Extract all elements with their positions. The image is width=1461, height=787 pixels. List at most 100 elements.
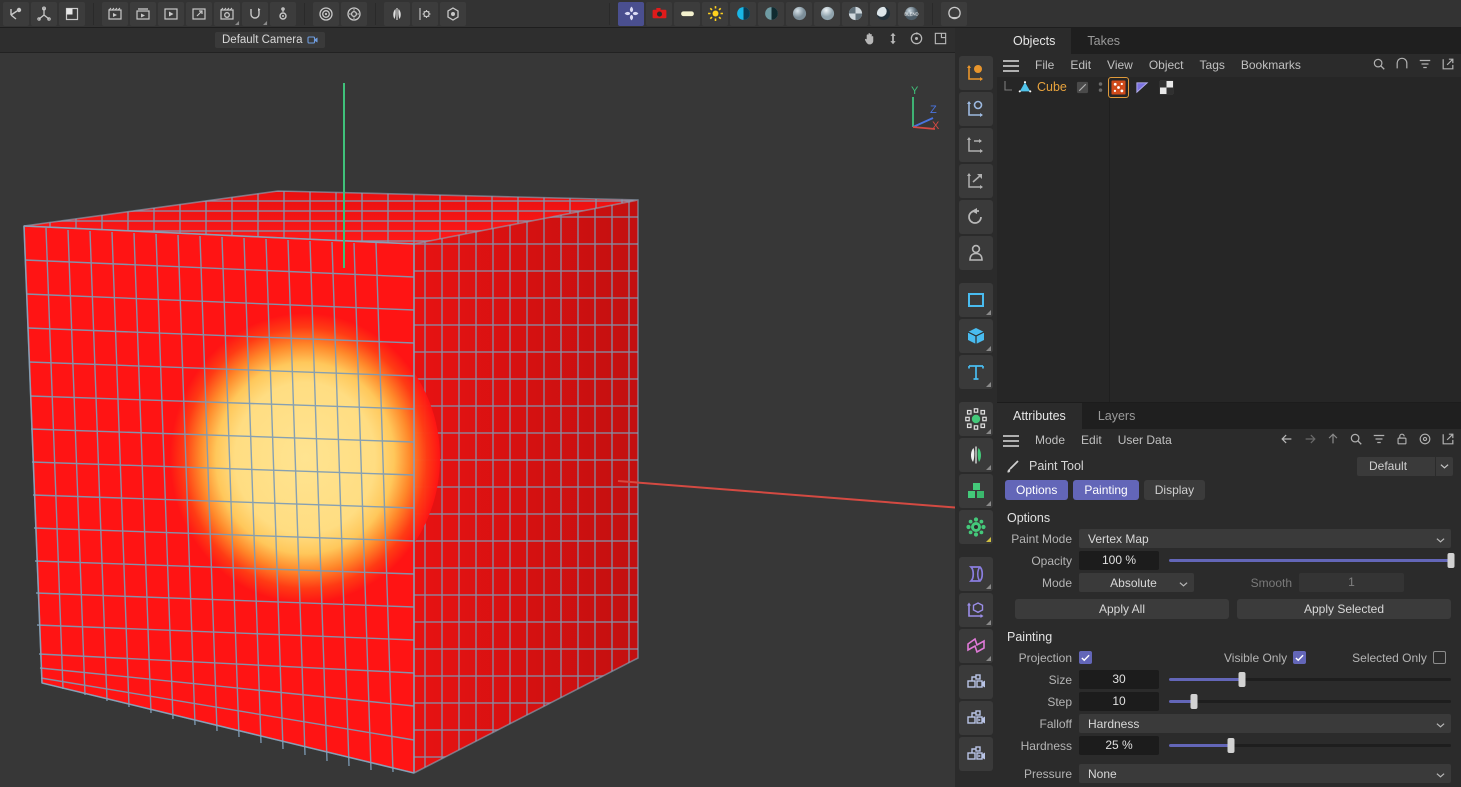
render-region-icon[interactable] <box>59 1 85 26</box>
tool-bend-deformer-icon[interactable] <box>959 557 993 591</box>
render-queue-icon[interactable] <box>130 1 156 26</box>
tool-camera-morph-icon[interactable] <box>959 701 993 735</box>
maximize-view-icon[interactable] <box>933 31 948 49</box>
orbit-icon[interactable] <box>909 31 924 49</box>
filter-icon[interactable] <box>1418 57 1432 74</box>
home-icon[interactable] <box>1395 57 1409 74</box>
search-icon[interactable] <box>1349 432 1363 449</box>
phong-tag[interactable] <box>1133 78 1152 97</box>
subtab-display[interactable]: Display <box>1143 480 1206 500</box>
tool-effector-icon[interactable] <box>959 510 993 544</box>
paint-mode-dropdown[interactable]: Vertex Map <box>1079 529 1451 548</box>
opacity-slider[interactable] <box>1169 551 1455 570</box>
tool-points-icon[interactable] <box>959 402 993 436</box>
slider-handle[interactable] <box>1447 553 1455 568</box>
menu-bookmarks[interactable]: Bookmarks <box>1233 54 1309 77</box>
table-row[interactable]: Cube <box>997 76 1461 98</box>
blend-material-icon[interactable]: BLEND <box>898 1 924 26</box>
selected-only-checkbox[interactable] <box>1432 651 1446 664</box>
render-external-icon[interactable] <box>186 1 212 26</box>
slider-handle[interactable] <box>1190 694 1198 709</box>
tool-scale-icon[interactable] <box>959 92 993 126</box>
axis-move-icon[interactable] <box>31 1 57 26</box>
menu-file[interactable]: File <box>1027 54 1062 77</box>
tool-symmetry-deformer-icon[interactable] <box>959 438 993 472</box>
tool-field-icon[interactable] <box>959 629 993 663</box>
target-circle-icon[interactable] <box>1418 432 1432 449</box>
size-slider[interactable] <box>1169 670 1451 689</box>
size-input[interactable]: 30 <box>1079 670 1159 689</box>
slider-handle[interactable] <box>1227 738 1235 753</box>
tool-cloner-icon[interactable] <box>959 474 993 508</box>
menu-tags[interactable]: Tags <box>1192 54 1233 77</box>
simulate-icon[interactable] <box>242 1 268 26</box>
attributes-hamburger-icon[interactable] <box>1003 434 1019 447</box>
tab-takes[interactable]: Takes <box>1071 28 1136 54</box>
symmetry-icon[interactable] <box>384 1 410 26</box>
tool-camera-motion-icon[interactable] <box>959 737 993 771</box>
nodes-icon[interactable] <box>618 1 644 26</box>
tab-attributes[interactable]: Attributes <box>997 403 1082 429</box>
visible-only-checkbox[interactable] <box>1293 651 1307 664</box>
apply-all-button[interactable]: Apply All <box>1015 599 1229 619</box>
step-input[interactable]: 10 <box>1079 692 1159 711</box>
tool-camera-move-icon[interactable] <box>959 665 993 699</box>
sphere-outline-icon[interactable] <box>941 1 967 26</box>
apply-selected-button[interactable]: Apply Selected <box>1237 599 1451 619</box>
preset-dropdown[interactable]: Default <box>1357 456 1453 476</box>
projection-checkbox[interactable] <box>1079 651 1092 664</box>
tool-array-icon[interactable] <box>959 593 993 627</box>
render-settings-icon[interactable] <box>214 1 240 26</box>
undo-icon[interactable] <box>3 1 29 26</box>
light-area-icon[interactable] <box>674 1 700 26</box>
slider-handle[interactable] <box>1238 672 1246 687</box>
vertex-map-tag[interactable] <box>1108 76 1129 98</box>
tool-transform-icon[interactable] <box>959 164 993 198</box>
cube-object-render[interactable] <box>0 28 955 787</box>
camera-label[interactable]: Default Camera <box>215 32 325 48</box>
sphere-grey-icon[interactable] <box>786 1 812 26</box>
subtab-painting[interactable]: Painting <box>1073 480 1139 500</box>
sphere-checker-icon[interactable] <box>842 1 868 26</box>
hardness-input[interactable]: 25 % <box>1079 736 1159 755</box>
target-icon[interactable] <box>313 1 339 26</box>
menu-edit[interactable]: Edit <box>1073 429 1110 452</box>
pressure-dropdown[interactable]: None <box>1079 764 1451 783</box>
dolly-icon[interactable] <box>886 31 900 49</box>
tool-spline-rect-icon[interactable] <box>959 283 993 317</box>
render-picture-viewer-icon[interactable] <box>158 1 184 26</box>
subtab-options[interactable]: Options <box>1005 480 1069 500</box>
tab-objects[interactable]: Objects <box>997 28 1072 54</box>
sun-icon[interactable] <box>702 1 728 26</box>
popout-icon[interactable] <box>1441 432 1455 449</box>
step-slider[interactable] <box>1169 692 1451 711</box>
viewport[interactable]: Default Camera Y Z X <box>0 28 955 787</box>
visibility-icon[interactable] <box>440 1 466 26</box>
sphere-glossy-icon[interactable] <box>814 1 840 26</box>
back-arrow-icon[interactable] <box>1280 432 1294 449</box>
tool-text-icon[interactable] <box>959 355 993 389</box>
settings-gear-icon[interactable] <box>412 1 438 26</box>
filter-icon[interactable] <box>1372 432 1386 449</box>
tool-move-axis-icon[interactable] <box>959 56 993 90</box>
half-sphere-icon[interactable] <box>758 1 784 26</box>
camera-icon[interactable] <box>646 1 672 26</box>
gear-circle-icon[interactable] <box>341 1 367 26</box>
sphere-shadow-icon[interactable] <box>870 1 896 26</box>
hardness-slider[interactable] <box>1169 736 1451 755</box>
popout-icon[interactable] <box>1441 57 1455 74</box>
falloff-dropdown[interactable]: Hardness <box>1079 714 1451 733</box>
mode-dropdown[interactable]: Absolute <box>1079 573 1194 592</box>
tab-layers[interactable]: Layers <box>1082 403 1152 429</box>
tool-undo-view-icon[interactable] <box>959 200 993 234</box>
contrast-icon[interactable] <box>730 1 756 26</box>
smooth-input[interactable]: 1 <box>1299 573 1404 592</box>
search-icon[interactable] <box>1372 57 1386 74</box>
menu-view[interactable]: View <box>1099 54 1141 77</box>
menu-object[interactable]: Object <box>1141 54 1192 77</box>
texture-tag[interactable] <box>1157 78 1176 97</box>
opacity-input[interactable]: 100 % <box>1079 551 1159 570</box>
tool-rotate-axis-icon[interactable] <box>959 128 993 162</box>
chevron-down-icon[interactable] <box>1435 456 1453 476</box>
tool-cube-icon[interactable] <box>959 319 993 353</box>
